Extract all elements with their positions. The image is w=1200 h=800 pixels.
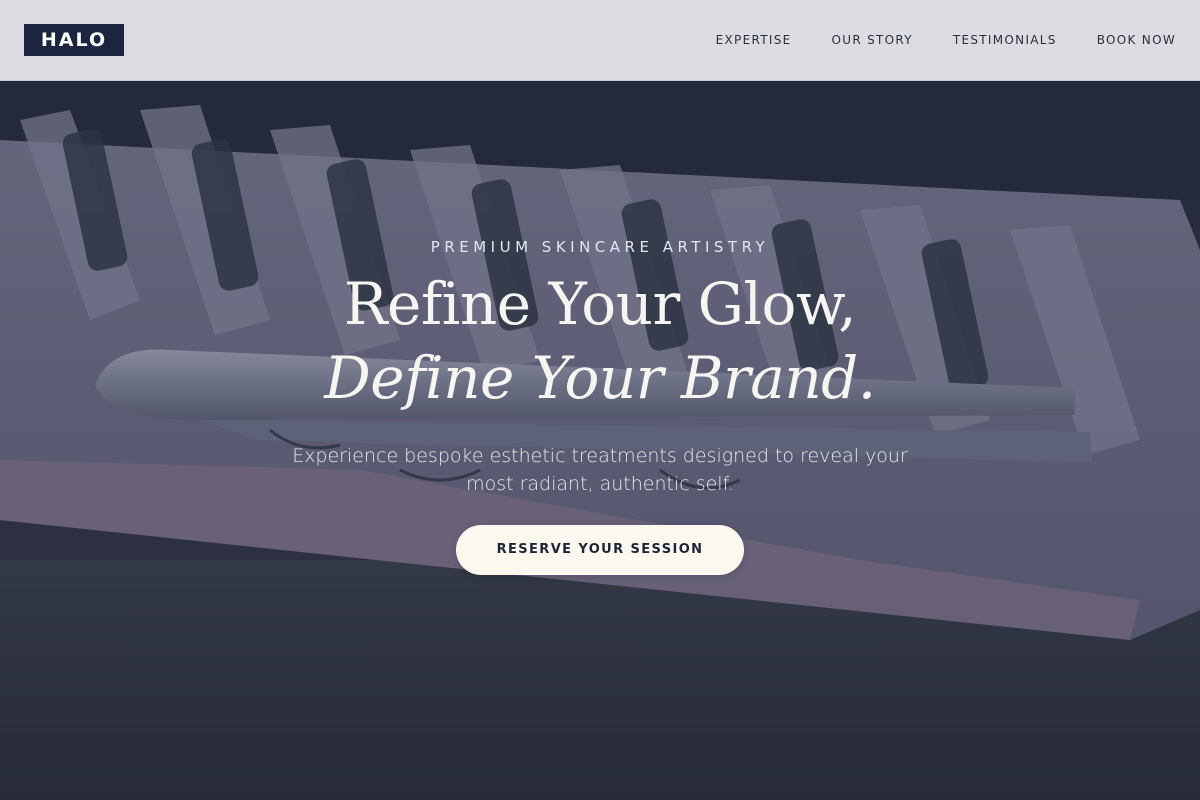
nav-link-our-story[interactable]: OUR STORY — [832, 33, 913, 47]
hero-section: PREMIUM SKINCARE ARTISTRY Refine Your Gl… — [0, 0, 1200, 800]
hero-title-line2: Define Your Brand. — [324, 344, 876, 412]
hero-eyebrow: PREMIUM SKINCARE ARTISTRY — [430, 238, 770, 256]
logo[interactable]: HALO — [24, 24, 124, 56]
hero-title-line1: Refine Your Glow, — [343, 270, 857, 338]
reserve-session-button[interactable]: RESERVE YOUR SESSION — [456, 525, 744, 575]
nav-link-book-now[interactable]: BOOK NOW — [1097, 33, 1176, 47]
page: HALO EXPERTISE OUR STORY TESTIMONIALS BO… — [0, 0, 1200, 800]
hero-subtitle: Experience bespoke esthetic treatments d… — [292, 445, 908, 495]
main-nav: EXPERTISE OUR STORY TESTIMONIALS BOOK NO… — [716, 0, 1176, 80]
nav-link-testimonials[interactable]: TESTIMONIALS — [953, 33, 1057, 47]
nav-link-expertise[interactable]: EXPERTISE — [716, 33, 792, 47]
site-header: HALO EXPERTISE OUR STORY TESTIMONIALS BO… — [0, 0, 1200, 81]
